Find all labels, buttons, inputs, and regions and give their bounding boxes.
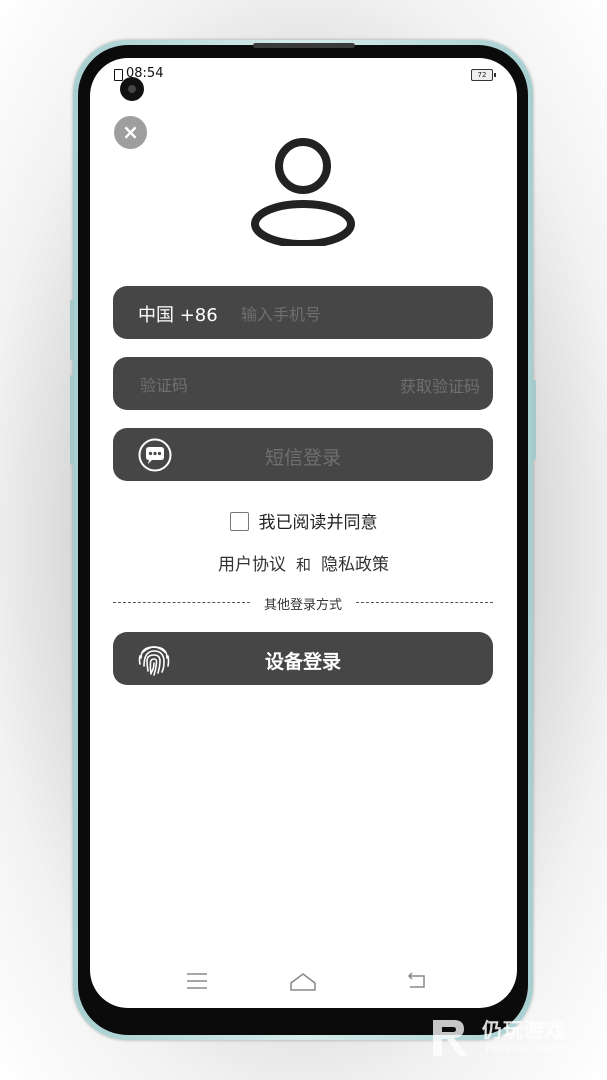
login-screen: 08:54 72 × 中国 +86 获取验证码 短信登录 我已阅读并同意 用户协… bbox=[90, 58, 517, 1008]
system-nav-bar bbox=[90, 968, 517, 998]
verification-code-field: 获取验证码 bbox=[113, 357, 493, 410]
home-icon[interactable] bbox=[289, 972, 317, 992]
divider-line-right bbox=[356, 602, 493, 603]
privacy-policy-link[interactable]: 隐私政策 bbox=[321, 555, 389, 575]
phone-side-button bbox=[70, 375, 74, 465]
sms-login-label: 短信登录 bbox=[264, 447, 341, 469]
device-login-label: 设备登录 bbox=[264, 651, 341, 673]
phone-speaker bbox=[253, 43, 355, 48]
device-login-button[interactable]: 设备登录 bbox=[113, 632, 493, 685]
other-login-divider: 其他登录方式 bbox=[113, 593, 493, 613]
menu-icon[interactable] bbox=[186, 972, 208, 990]
phone-side-button bbox=[532, 380, 536, 460]
watermark-logo-icon bbox=[433, 1020, 468, 1056]
get-code-button[interactable]: 获取验证码 bbox=[400, 373, 480, 397]
battery-icon: 72 bbox=[471, 69, 496, 81]
user-avatar-icon bbox=[251, 138, 355, 246]
watermark-subtitle: Rengwan Games bbox=[486, 1043, 571, 1054]
status-bar: 08:54 72 bbox=[90, 66, 517, 86]
user-agreement-link[interactable]: 用户协议 bbox=[218, 555, 286, 575]
watermark: 仍玩游戏 Rengwan Games bbox=[430, 1014, 600, 1064]
sms-login-button[interactable]: 短信登录 bbox=[113, 428, 493, 481]
agreement-row: 我已阅读并同意 bbox=[90, 508, 517, 533]
front-camera bbox=[120, 77, 144, 101]
back-icon[interactable] bbox=[405, 972, 427, 990]
agreement-text: 我已阅读并同意 bbox=[258, 513, 378, 533]
verification-code-input[interactable] bbox=[138, 371, 342, 399]
phone-number-field: 中国 +86 bbox=[113, 286, 493, 339]
policy-links: 用户协议和隐私政策 bbox=[90, 550, 517, 575]
phone-number-input[interactable] bbox=[239, 300, 463, 328]
country-code-selector[interactable]: 中国 +86 bbox=[138, 301, 218, 327]
phone-side-button bbox=[70, 300, 74, 360]
agreement-checkbox[interactable] bbox=[229, 512, 249, 531]
sim-icon bbox=[114, 69, 123, 81]
divider-label: 其他登录方式 bbox=[263, 598, 342, 613]
close-button[interactable]: × bbox=[114, 116, 147, 149]
watermark-title: 仍玩游戏 bbox=[482, 1018, 566, 1042]
and-text: 和 bbox=[295, 556, 311, 574]
